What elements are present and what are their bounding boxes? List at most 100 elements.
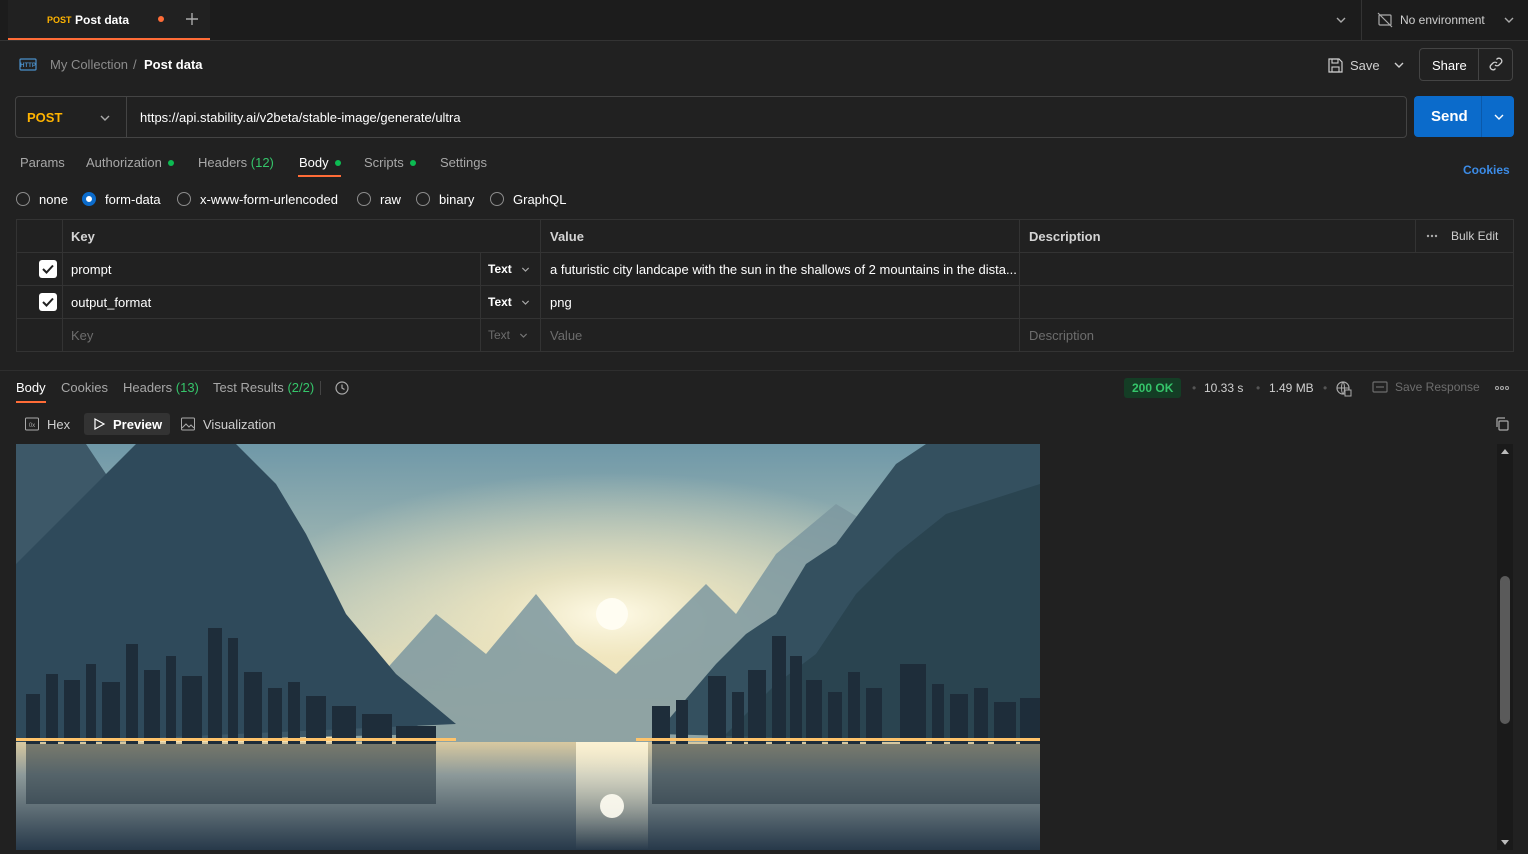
chevron-down-icon[interactable]: [1502, 13, 1516, 27]
method-select[interactable]: POST: [16, 97, 127, 137]
chevron-down-icon: [519, 333, 528, 338]
url-input[interactable]: https://api.stability.ai/v2beta/stable-i…: [140, 110, 461, 125]
request-tab-name: Post data: [75, 13, 130, 27]
divider: [1361, 0, 1362, 40]
chevron-down-icon[interactable]: [1392, 58, 1406, 72]
value-input[interactable]: Value: [541, 319, 1020, 351]
cookies-link[interactable]: Cookies: [1463, 163, 1510, 177]
response-time[interactable]: 10.33 s: [1204, 381, 1243, 395]
more-icon[interactable]: [1495, 381, 1509, 395]
save-response-button[interactable]: Save Response: [1372, 380, 1480, 394]
key-input[interactable]: Key: [63, 319, 481, 351]
more-icon[interactable]: [1426, 230, 1438, 242]
svg-text:0x: 0x: [29, 423, 35, 429]
status-dot-icon: [409, 159, 416, 166]
value-cell[interactable]: png: [541, 286, 1020, 318]
plus-icon[interactable]: [184, 11, 200, 27]
response-tab-body[interactable]: Body: [16, 380, 46, 395]
tab-body[interactable]: Body: [299, 155, 341, 170]
link-icon[interactable]: [1488, 56, 1504, 72]
radio-label: none: [39, 191, 68, 207]
radio-binary[interactable]: binary: [416, 191, 474, 207]
view-tab-preview[interactable]: Preview: [84, 413, 171, 435]
scrollbar[interactable]: [1497, 444, 1513, 850]
network-globe-icon[interactable]: [1335, 380, 1352, 397]
http-icon: HTTP: [18, 55, 38, 75]
tab-scripts-label: Scripts: [364, 155, 404, 170]
radio-label: x-www-form-urlencoded: [200, 191, 338, 207]
request-tab-method: POST: [47, 15, 72, 25]
request-tab[interactable]: POST Post data: [8, 0, 210, 40]
bulk-edit-button[interactable]: Bulk Edit: [1451, 229, 1498, 243]
environment-selector[interactable]: No environment: [1400, 13, 1485, 27]
radio-label: binary: [439, 191, 475, 207]
type-select[interactable]: Text: [481, 286, 541, 318]
key-column-header: Key: [63, 220, 541, 252]
response-tab-test-results[interactable]: Test Results (2/2): [213, 380, 314, 395]
view-tab-visualization[interactable]: Visualization: [172, 413, 284, 435]
description-input[interactable]: Description: [1020, 319, 1513, 351]
checkbox-cell: [17, 286, 63, 318]
row-checkbox[interactable]: [39, 260, 57, 278]
radio-form-data[interactable]: form-data: [82, 191, 161, 207]
view-tab-hex[interactable]: 0x Hex: [16, 413, 78, 435]
type-select[interactable]: Text: [481, 319, 541, 351]
description-column-header: Description: [1020, 220, 1416, 252]
tab-headers-label: Headers: [198, 155, 248, 170]
radio-label: GraphQL: [513, 191, 567, 207]
view-tab-label: Visualization: [203, 416, 276, 432]
tab-scripts[interactable]: Scripts: [364, 155, 416, 170]
scroll-thumb[interactable]: [1500, 576, 1510, 724]
type-select[interactable]: Text: [481, 253, 541, 285]
hex-icon: 0x: [25, 417, 39, 431]
share-label: Share: [1432, 58, 1467, 73]
history-icon[interactable]: [334, 380, 350, 396]
chevron-down-icon[interactable]: [1334, 13, 1348, 27]
chevron-down-icon: [521, 300, 529, 305]
separator-dot: •: [1192, 381, 1197, 395]
separator-dot: •: [1256, 381, 1261, 395]
breadcrumb-request-name[interactable]: Post data: [144, 57, 203, 72]
radio-graphql[interactable]: GraphQL: [490, 191, 566, 207]
share-button[interactable]: Share: [1419, 48, 1513, 81]
chevron-down-icon[interactable]: [1492, 110, 1506, 124]
breadcrumb-separator: /: [133, 57, 137, 72]
copy-icon[interactable]: [1494, 416, 1510, 432]
tab-settings[interactable]: Settings: [440, 155, 487, 170]
response-tab-headers[interactable]: Headers (13): [123, 380, 199, 395]
value-cell[interactable]: a futuristic city landcape with the sun …: [541, 253, 1020, 285]
type-label: Text: [488, 262, 512, 276]
active-tab-indicator: [298, 175, 341, 177]
svg-text:HTTP: HTTP: [20, 63, 36, 69]
save-button[interactable]: Save: [1328, 56, 1380, 74]
play-icon: [94, 417, 106, 431]
type-label: Text: [488, 328, 511, 342]
radio-none[interactable]: none: [16, 191, 68, 207]
status-dot-icon: [334, 159, 341, 166]
tab-headers[interactable]: Headers (12): [198, 155, 274, 170]
radio-circle: [490, 192, 504, 206]
response-size[interactable]: 1.49 MB: [1269, 381, 1314, 395]
chevron-down-icon: [98, 111, 112, 125]
status-badge[interactable]: 200 OK: [1124, 378, 1182, 398]
radio-raw[interactable]: raw: [357, 191, 401, 207]
breadcrumb-collection[interactable]: My Collection: [50, 57, 128, 72]
radio-label: raw: [380, 191, 401, 207]
send-button[interactable]: Send: [1414, 96, 1514, 137]
radio-x-www-form-urlencoded[interactable]: x-www-form-urlencoded: [177, 191, 338, 207]
unsaved-dot-icon: [158, 16, 164, 22]
description-cell[interactable]: [1020, 286, 1513, 318]
separator-dot: •: [1323, 381, 1328, 395]
key-cell[interactable]: prompt: [63, 253, 481, 285]
tab-authorization[interactable]: Authorization: [86, 155, 174, 170]
response-tab-cookies[interactable]: Cookies: [61, 380, 108, 395]
row-checkbox[interactable]: [39, 293, 57, 311]
description-cell[interactable]: [1020, 253, 1513, 285]
view-tab-label: Hex: [47, 416, 71, 432]
divider: [1478, 49, 1479, 80]
tab-params[interactable]: Params: [20, 155, 65, 170]
send-label: Send: [1431, 108, 1468, 125]
key-cell[interactable]: output_format: [63, 286, 481, 318]
save-icon: [1328, 57, 1343, 73]
chevron-down-icon: [521, 267, 529, 272]
